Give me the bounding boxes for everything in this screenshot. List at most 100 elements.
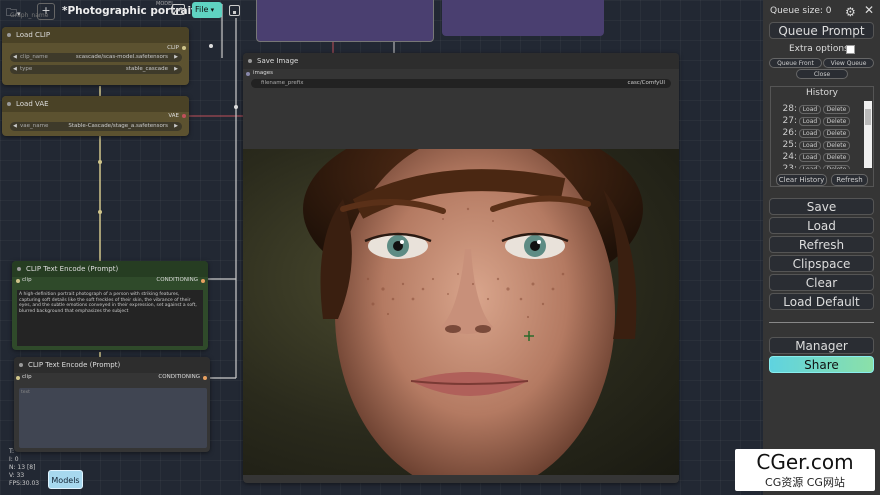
purple-node-left[interactable] — [256, 0, 434, 42]
clip-text-encode-negative-node[interactable]: CLIP Text Encode (Prompt) clip CONDITION… — [14, 357, 210, 452]
history-delete-button[interactable]: Delete — [823, 141, 850, 150]
output-conditioning-dot[interactable] — [203, 376, 207, 380]
history-item: 24: Load Delete — [771, 152, 863, 163]
watermark-main: CGer.com — [756, 450, 854, 474]
vae-name-widget[interactable]: ◀ vae_name Stable-Cascade/stage_a.safete… — [10, 122, 182, 131]
clip-name-widget[interactable]: ◀ clip_name scascade/scas-model.safetens… — [10, 53, 182, 62]
file-menu-button[interactable]: File ▾ — [192, 2, 222, 18]
output-conditioning-label: CONDITIONING — [156, 277, 198, 283]
arrow-right-icon[interactable]: ▶ — [174, 53, 178, 62]
watermark-sub: CG资源 CG网站 — [765, 476, 845, 489]
image-icon[interactable] — [172, 4, 185, 15]
load-clip-node[interactable]: Load CLIP CLIP ◀ clip_name scascade/scas… — [2, 27, 189, 85]
queue-front-button[interactable]: Queue Front — [769, 58, 822, 68]
history-number: 25: — [782, 140, 797, 150]
node-title[interactable]: Load CLIP — [2, 27, 189, 43]
history-scrollbar[interactable] — [864, 101, 872, 168]
history-load-button[interactable]: Load — [799, 165, 821, 169]
arrow-left-icon[interactable]: ◀ — [13, 53, 17, 62]
gear-icon[interactable]: ⚙ — [845, 5, 856, 19]
history-load-button[interactable]: Load — [799, 129, 821, 138]
stat-n: N: 13 [8] — [9, 464, 36, 471]
save-icon[interactable] — [229, 5, 240, 16]
chevron-down-icon: ▾ — [208, 6, 215, 14]
history-delete-button[interactable]: Delete — [823, 153, 850, 162]
history-delete-button[interactable]: Delete — [823, 129, 850, 138]
node-title[interactable]: Save Image — [243, 53, 679, 69]
arrow-right-icon[interactable]: ▶ — [174, 122, 178, 131]
history-load-button[interactable]: Load — [799, 141, 821, 150]
output-conditioning-dot[interactable] — [201, 279, 205, 283]
widget-key: clip_name — [20, 54, 48, 60]
clipspace-button[interactable]: Clipspace — [769, 255, 874, 272]
view-queue-button[interactable]: View Queue — [823, 58, 874, 68]
clip-text-encode-positive-node[interactable]: CLIP Text Encode (Prompt) clip CONDITION… — [12, 261, 208, 350]
stat-v: V: 33 — [9, 472, 25, 479]
arrow-left-icon[interactable]: ◀ — [13, 122, 17, 131]
extra-options-checkbox[interactable] — [846, 45, 855, 54]
negative-text-area[interactable]: text — [19, 388, 207, 448]
output-image-preview[interactable] — [243, 149, 679, 475]
node-title[interactable]: CLIP Text Encode (Prompt) — [12, 261, 208, 277]
input-clip-dot[interactable] — [16, 279, 20, 283]
node-title[interactable]: Load VAE — [2, 96, 189, 112]
queue-prompt-button[interactable]: Queue Prompt — [769, 22, 874, 39]
watermark-box: CGer.com CG资源 CG网站 — [735, 449, 875, 491]
clear-history-button[interactable]: Clear History — [776, 174, 827, 186]
save-image-node[interactable]: Save Image images filename_prefix casc/C… — [243, 53, 679, 483]
load-vae-node[interactable]: Load VAE VAE ◀ vae_name Stable-Cascade/s… — [2, 96, 189, 136]
output-conditioning-label: CONDITIONING — [158, 374, 200, 380]
prompt-text-area[interactable]: A high-definition portrait photograph of… — [17, 290, 203, 346]
close-queue-button[interactable]: Close — [796, 69, 848, 79]
manager-button[interactable]: Manager — [769, 337, 874, 354]
history-number: 26: — [782, 128, 797, 138]
stat-fps: FPS:30.03 — [9, 480, 40, 487]
output-clip-dot[interactable] — [182, 46, 186, 50]
history-load-button[interactable]: Load — [799, 153, 821, 162]
stats-panel: T: I: 0 N: 13 [8] V: 33 FPS:30.03 — [9, 448, 39, 488]
output-vae-dot[interactable] — [182, 114, 186, 118]
arrow-right-icon[interactable]: ▶ — [174, 65, 178, 74]
type-widget[interactable]: ◀ type stable_cascade ▶ — [10, 65, 182, 74]
queue-size-label: Queue size: 0 — [770, 6, 832, 16]
history-list: 28: Load Delete 27: Load Delete 26: Load Delete 2… — [771, 101, 873, 169]
stat-t: T: — [9, 448, 15, 455]
input-clip-label: clip — [22, 374, 32, 380]
history-number: 28: — [782, 104, 797, 114]
close-icon[interactable]: ✕ — [864, 3, 874, 17]
widget-value: stable_cascade — [125, 66, 168, 72]
load-button[interactable]: Load — [769, 217, 874, 234]
history-item: 25: Load Delete — [771, 140, 863, 151]
history-delete-button[interactable]: Delete — [823, 105, 850, 114]
panel-divider — [769, 322, 874, 323]
history-load-button[interactable]: Load — [799, 117, 821, 126]
history-item: 27: Load Delete — [771, 116, 863, 127]
node-title[interactable]: CLIP Text Encode (Prompt) — [14, 357, 210, 373]
history-delete-button[interactable]: Delete — [823, 117, 850, 126]
scrollbar-thumb[interactable] — [865, 109, 871, 125]
history-delete-button[interactable]: Delete — [823, 165, 850, 169]
history-item: 28: Load Delete — [771, 104, 863, 115]
input-clip-label: clip — [22, 277, 32, 283]
history-number: 24: — [782, 152, 797, 162]
history-number: 27: — [782, 116, 797, 126]
refresh-button[interactable]: Refresh — [769, 236, 874, 253]
file-label: File — [195, 5, 209, 14]
graph-name-behind: Graph_name — [10, 12, 49, 19]
widget-value: casc/ComfyUI — [627, 80, 665, 86]
widget-value: scascade/scas-model.safetensors — [75, 54, 168, 60]
arrow-left-icon[interactable]: ◀ — [13, 65, 17, 74]
history-title: History — [805, 88, 839, 98]
load-default-button[interactable]: Load Default — [769, 293, 874, 310]
purple-node-right[interactable] — [442, 0, 604, 36]
filename-prefix-widget[interactable]: filename_prefix casc/ComfyUI — [251, 79, 671, 88]
share-button[interactable]: Share — [769, 356, 874, 373]
clear-button[interactable]: Clear — [769, 274, 874, 291]
input-images-dot[interactable] — [246, 72, 250, 76]
save-button[interactable]: Save — [769, 198, 874, 215]
models-button[interactable]: Models — [48, 470, 83, 489]
input-images-label: images — [253, 70, 273, 76]
refresh-history-button[interactable]: Refresh — [831, 174, 868, 186]
history-load-button[interactable]: Load — [799, 105, 821, 114]
input-clip-dot[interactable] — [16, 376, 20, 380]
